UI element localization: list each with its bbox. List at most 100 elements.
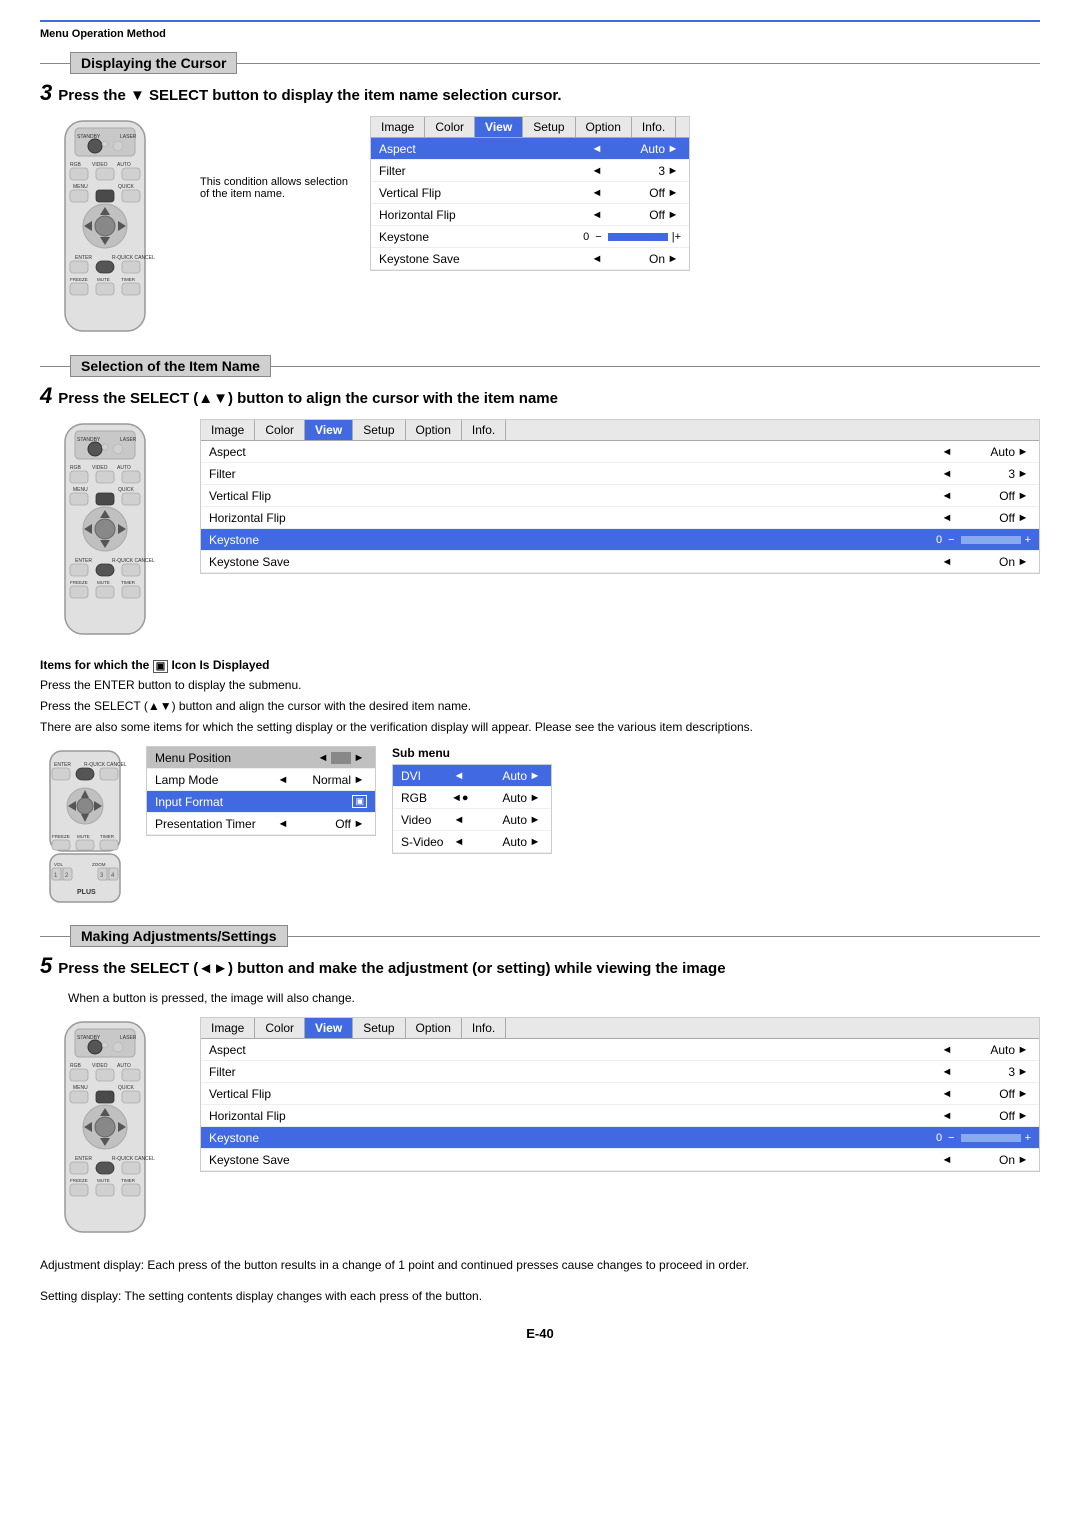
tab-color-1: Color [425,117,475,137]
row-aspect-2: Aspect ◄ Auto ► [201,441,1039,463]
page-wrapper: Menu Operation Method Displaying the Cur… [40,20,1040,1341]
step3-menu-area: This condition allows selection of the i… [200,116,690,271]
step5-content: STANDBY LASER RGB VIDEO AUTO MENU QUICK [40,1017,1040,1240]
submenu-main-rows: Menu Position ◄ ► Lamp Mode ◄ Normal ► I… [147,747,375,835]
icon-note-title: Items for which the ▣ Icon Is Displayed [40,658,1040,672]
step3-text: Press the ▼ SELECT button to display the… [58,87,561,104]
row-rgb: RGB ◄● Auto ► [393,787,551,809]
section1-divider: Displaying the Cursor [40,52,1040,74]
row-filter-1: Filter ◄ 3 ► [371,160,689,182]
keystone-bar-5 [961,1134,1021,1142]
remote-image-1: STANDBY LASER RGB VIDEO AUTO MENU QUICK [40,116,180,339]
svg-text:R-QUICK CANCEL: R-QUICK CANCEL [84,762,127,768]
svg-text:RGB: RGB [70,1063,82,1069]
svg-text:TIMER: TIMER [100,834,115,839]
submenu-main-panel: Menu Position ◄ ► Lamp Mode ◄ Normal ► I… [146,746,376,836]
adjustment-note-2: Setting display: The setting contents di… [40,1287,1040,1306]
svg-text:LASER: LASER [120,134,137,140]
adj-note-text-2: Setting display: The setting contents di… [40,1289,482,1303]
svg-text:MUTE: MUTE [97,1178,110,1183]
submenu-illustration: ENTER R-QUICK CANCEL FREEZE MUTE TIMER [40,746,1040,909]
adj-note-text-1: Adjustment display: Each press of the bu… [40,1258,749,1272]
svg-text:R-QUICK CANCEL: R-QUICK CANCEL [112,1156,155,1162]
svg-text:VOL: VOL [54,862,64,867]
row-keystone-5: Keystone 0 − + [201,1127,1039,1149]
svg-text:ZOOM: ZOOM [92,862,106,867]
section2-header: Selection of the Item Name [70,355,271,377]
icon-note-line1: Press the ENTER button to display the su… [40,676,1040,694]
keystone-bar-1 [608,233,668,241]
tab-option-5: Option [406,1018,462,1038]
svg-text:MUTE: MUTE [77,834,90,839]
row-lampmode: Lamp Mode ◄ Normal ► [147,769,375,791]
step3-content: STANDBY LASER RGB VIDEO AUTO MENU QUICK [40,116,1040,339]
row-aspect-1: Aspect ◄ Auto ► [371,138,689,160]
tab-image-2: Image [201,420,255,440]
svg-text:VIDEO: VIDEO [92,1063,108,1069]
divider-line-left [40,63,70,64]
svg-text:MENU: MENU [73,487,88,493]
svg-text:TIMER: TIMER [121,580,136,585]
step3-caption-area: This condition allows selection of the i… [200,176,360,200]
submenu-panels: Menu Position ◄ ► Lamp Mode ◄ Normal ► I… [146,746,552,854]
step3-heading: 3 Press the ▼ SELECT button to display t… [40,82,1040,104]
tab-image-5: Image [201,1018,255,1038]
tab-image-1: Image [371,117,425,137]
step5-text: Press the SELECT (◄►) button and make th… [58,960,725,977]
step3-menu-rows: Aspect ◄ Auto ► Filter ◄ 3 ► Vertical Fl… [371,138,689,270]
tab-setup-2: Setup [353,420,405,440]
section1-header: Displaying the Cursor [70,52,237,74]
row-keystonesave-5: Keystone Save ◄ On ► [201,1149,1039,1171]
row-svideo: S-Video ◄ Auto ► [393,831,551,853]
step4-menu-rows: Aspect ◄ Auto ► Filter ◄ 3 ► Vertical Fl… [201,441,1039,573]
tab-setup-1: Setup [523,117,575,137]
tab-view-2: View [305,420,353,440]
svg-text:PLUS: PLUS [77,889,96,896]
submenu-label: Sub menu [392,746,552,760]
step5-number: 5 [40,955,52,977]
svg-text:ENTER: ENTER [75,255,92,261]
divider-line-right [237,63,1040,64]
tab-option-1: Option [576,117,632,137]
divider2-line-right [271,366,1040,367]
svg-text:RGB: RGB [70,162,82,168]
tab-color-2: Color [255,420,305,440]
row-hflip-2: Horizontal Flip ◄ Off ► [201,507,1039,529]
remote-image-4: STANDBY LASER RGB VIDEO AUTO MENU QUICK [40,1017,180,1240]
section3-header: Making Adjustments/Settings [70,925,288,947]
svg-text:MUTE: MUTE [97,580,110,585]
svg-text:TIMER: TIMER [121,1178,136,1183]
svg-text:MENU: MENU [73,1085,88,1091]
svg-text:MUTE: MUTE [97,277,110,282]
svg-text:AUTO: AUTO [117,465,131,471]
svg-text:QUICK: QUICK [118,1085,135,1091]
row-keystone-1: Keystone 0 − |+ [371,226,689,248]
svg-text:FREEZE: FREEZE [70,277,88,282]
remote-svg-3: ENTER R-QUICK CANCEL FREEZE MUTE TIMER [40,746,130,906]
remote-svg-2: STANDBY LASER RGB VIDEO AUTO MENU QUICK [40,419,170,639]
step4-number: 4 [40,385,52,407]
row-hflip-5: Horizontal Flip ◄ Off ► [201,1105,1039,1127]
remote-svg-1: STANDBY LASER RGB VIDEO AUTO MENU QUICK [40,116,170,336]
row-hflip-1: Horizontal Flip ◄ Off ► [371,204,689,226]
page-number: E-40 [526,1326,553,1341]
svg-text:FREEZE: FREEZE [70,580,88,585]
divider3-line-left [40,936,70,937]
step5-menu-rows: Aspect ◄ Auto ► Filter ◄ 3 ► Vertical Fl… [201,1039,1039,1171]
row-filter-2: Filter ◄ 3 ► [201,463,1039,485]
row-aspect-5: Aspect ◄ Auto ► [201,1039,1039,1061]
row-video: Video ◄ Auto ► [393,809,551,831]
row-vflip-5: Vertical Flip ◄ Off ► [201,1083,1039,1105]
divider2-line-left [40,366,70,367]
section2-divider: Selection of the Item Name [40,355,1040,377]
row-vflip-2: Vertical Flip ◄ Off ► [201,485,1039,507]
svg-text:AUTO: AUTO [117,1063,131,1069]
step5-subtext: When a button is pressed, the image will… [68,989,1040,1007]
row-inputformat: Input Format ▣ [147,791,375,813]
tab-view-5: View [305,1018,353,1038]
svg-text:QUICK: QUICK [118,487,135,493]
svg-text:ENTER: ENTER [75,558,92,564]
step4-text: Press the SELECT (▲▼) button to align th… [58,390,558,407]
svg-text:VIDEO: VIDEO [92,465,108,471]
remote-image-2: STANDBY LASER RGB VIDEO AUTO MENU QUICK [40,419,180,642]
